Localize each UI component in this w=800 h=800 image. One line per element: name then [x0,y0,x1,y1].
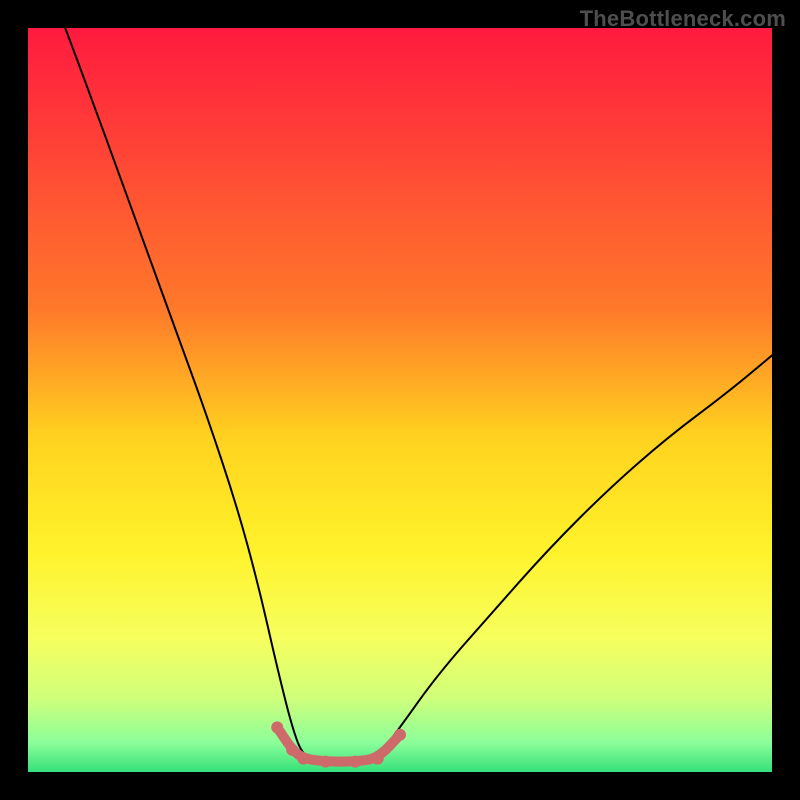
marker-valley-marker [271,721,283,733]
marker-valley-marker [372,753,384,765]
marker-valley-marker [349,756,361,768]
chart-stage: TheBottleneck.com [0,0,800,800]
watermark-label: TheBottleneck.com [580,6,786,32]
marker-valley-marker [297,753,309,765]
marker-valley-marker [394,729,406,741]
gradient-panel [28,28,772,772]
marker-valley-marker [320,756,332,768]
marker-valley-marker [286,744,298,756]
bottleneck-chart [0,0,800,800]
